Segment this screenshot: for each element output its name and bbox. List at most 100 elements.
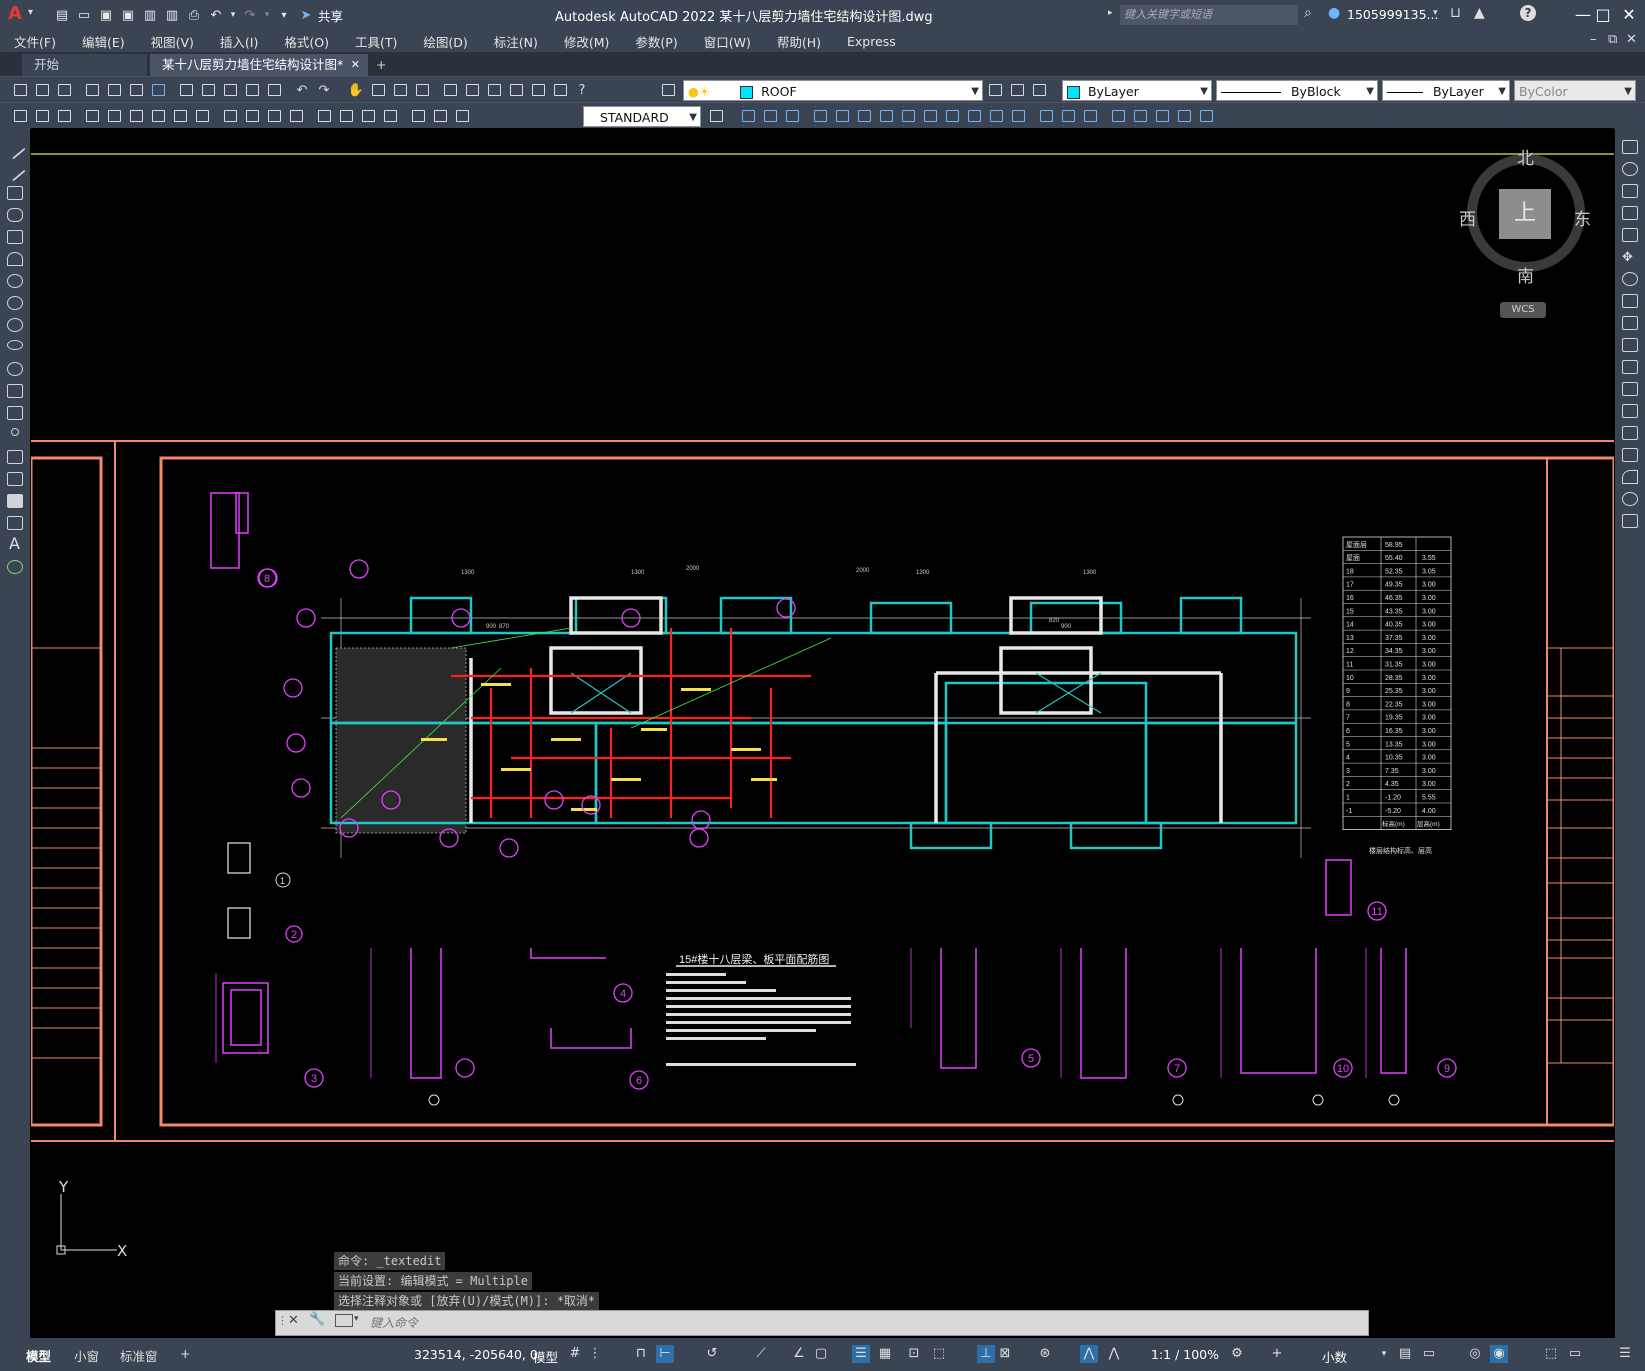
user-name[interactable]: 1505999135...	[1347, 7, 1438, 22]
search-icon[interactable]: ⌕	[1304, 5, 1312, 21]
modeling-union-icon[interactable]	[1058, 106, 1078, 126]
quick-properties-icon[interactable]: ▤	[1396, 1345, 1414, 1363]
open-file-icon[interactable]: ▭	[74, 6, 94, 24]
menu-view[interactable]: 视图(V)	[137, 32, 206, 51]
rectangle-icon[interactable]	[7, 230, 23, 244]
sheet-set-icon[interactable]	[506, 80, 526, 100]
cart-icon[interactable]: ⊔	[1450, 5, 1461, 21]
revision-cloud-icon[interactable]	[7, 296, 23, 310]
center-mark-icon[interactable]	[336, 106, 356, 126]
new-file-icon[interactable]: ▤	[52, 6, 72, 24]
menu-icon[interactable]: ☰	[1616, 1345, 1634, 1363]
snap-mode-icon[interactable]: ⋮	[586, 1345, 604, 1363]
command-customize-icon[interactable]: 🔧	[309, 1312, 325, 1327]
menu-insert[interactable]: 插入(I)	[206, 32, 270, 51]
hardware-acceleration-icon[interactable]: ◉	[1490, 1345, 1508, 1363]
save-icon[interactable]: ▣	[96, 6, 116, 24]
menu-help[interactable]: 帮助(H)	[763, 32, 833, 51]
print-icon[interactable]	[82, 80, 102, 100]
command-line-input[interactable]	[275, 1310, 1369, 1336]
redo-dropdown-icon[interactable]: ▾	[262, 6, 272, 24]
copy-icon[interactable]	[198, 80, 218, 100]
modeling-sweep-icon[interactable]	[986, 106, 1006, 126]
modeling-revolve-icon[interactable]	[1008, 106, 1028, 126]
zoom-realtime-icon[interactable]	[368, 80, 388, 100]
move-icon[interactable]: ✥	[1622, 250, 1638, 265]
qnew-icon[interactable]	[10, 80, 30, 100]
block-editor-icon[interactable]	[264, 80, 284, 100]
transparency-icon[interactable]: ▦	[876, 1345, 894, 1363]
modeling-box-icon[interactable]	[738, 106, 758, 126]
dim-edit-icon[interactable]	[408, 106, 428, 126]
tab-close-icon[interactable]: ✕	[351, 54, 360, 76]
coordinate-readout[interactable]: 323514, -205640, 0	[414, 1347, 538, 1362]
modeling-helix-icon[interactable]	[898, 106, 918, 126]
dim-text-edit-icon[interactable]	[430, 106, 450, 126]
user-icon[interactable]: ●	[1328, 5, 1340, 21]
trim-icon[interactable]	[1622, 338, 1638, 352]
join-icon[interactable]	[1622, 426, 1638, 440]
layer-states-icon[interactable]	[1029, 80, 1049, 100]
app-menu-chevron-icon[interactable]: ▾	[28, 7, 33, 18]
lineweight-dropdown[interactable]: ByLayer ▼	[1382, 80, 1510, 101]
workspace-icon[interactable]: ⚙	[1228, 1345, 1246, 1363]
modeling-pyramid-icon[interactable]	[876, 106, 896, 126]
modeling-3drotate-icon[interactable]	[1152, 106, 1172, 126]
share-icon[interactable]: ➤	[296, 6, 316, 24]
dim-aligned-icon[interactable]	[54, 106, 74, 126]
tab-start[interactable]: 开始	[22, 54, 147, 76]
ellipse-icon[interactable]	[7, 340, 23, 350]
layout-tab-1[interactable]: 小窗	[74, 1346, 99, 1365]
dim-update-icon[interactable]	[452, 106, 472, 126]
layout-tab-2[interactable]: 标准窗	[120, 1346, 158, 1365]
erase-icon[interactable]	[1622, 140, 1638, 154]
infer-constraints-icon[interactable]: ⊓	[632, 1345, 650, 1363]
modeling-cone-icon[interactable]	[782, 106, 802, 126]
properties-icon[interactable]	[440, 80, 460, 100]
menu-tools[interactable]: 工具(T)	[341, 32, 409, 51]
command-grip-icon[interactable]: ⋮	[277, 1314, 288, 1327]
zoom-previous-icon[interactable]	[412, 80, 432, 100]
doc-minimize-icon[interactable]: –	[1590, 32, 1597, 47]
layout-tab-model[interactable]: 模型	[26, 1346, 51, 1365]
menu-parametric[interactable]: 参数(P)	[621, 32, 689, 51]
modeling-3dalign-icon[interactable]	[1174, 106, 1194, 126]
new-tab-button[interactable]: +	[370, 54, 394, 76]
lineweight-icon[interactable]: ☰	[852, 1345, 870, 1363]
plotstyle-dropdown[interactable]: ByColor ▼	[1514, 80, 1636, 101]
3d-osnap-icon[interactable]: ⬚	[930, 1345, 948, 1363]
lock-ui-icon[interactable]: ▭	[1420, 1345, 1438, 1363]
recent-commands-dropdown-icon[interactable]: ▾	[354, 1314, 359, 1324]
modeling-extrude-icon[interactable]	[942, 106, 962, 126]
menu-express[interactable]: Express	[833, 34, 908, 49]
undo-icon[interactable]: ↶	[206, 6, 226, 24]
undo-toolbar-icon[interactable]: ↶	[292, 80, 312, 100]
annotation-scale[interactable]: 1:1 / 100%	[1151, 1347, 1219, 1362]
dim-linear-icon[interactable]	[32, 106, 52, 126]
modeling-planar-icon[interactable]	[920, 106, 940, 126]
recent-commands-icon[interactable]	[335, 1314, 353, 1327]
units-setting[interactable]: 小数	[1322, 1347, 1347, 1366]
help-icon[interactable]: ?	[1520, 5, 1536, 21]
fillet-icon[interactable]	[1622, 470, 1638, 484]
viewcube-east[interactable]: 东	[1574, 205, 1591, 230]
tool-palettes-icon[interactable]	[484, 80, 504, 100]
calculator-icon[interactable]	[550, 80, 570, 100]
redo-icon[interactable]: ↷	[240, 6, 260, 24]
jogged-linear-icon[interactable]	[380, 106, 400, 126]
design-center-icon[interactable]	[462, 80, 482, 100]
gradient-icon[interactable]	[7, 472, 23, 486]
menu-format[interactable]: 格式(O)	[270, 32, 341, 51]
plot-icon[interactable]: ⎙	[184, 6, 204, 24]
units-dropdown-icon[interactable]: ▾	[1375, 1345, 1393, 1363]
clean-screen-icon[interactable]: ⬚	[1542, 1345, 1560, 1363]
chamfer-icon[interactable]	[1622, 448, 1638, 462]
undo-dropdown-icon[interactable]: ▾	[228, 6, 238, 24]
insert-block-icon[interactable]	[7, 384, 23, 398]
region-icon[interactable]	[7, 494, 23, 508]
selection-filter-icon[interactable]: ⊠	[996, 1345, 1014, 1363]
object-snap-tracking-icon[interactable]: ∠	[790, 1345, 808, 1363]
print-preview-icon[interactable]	[104, 80, 124, 100]
viewcube-south[interactable]: 南	[1517, 262, 1534, 287]
save-web-icon[interactable]: ▥	[162, 6, 182, 24]
